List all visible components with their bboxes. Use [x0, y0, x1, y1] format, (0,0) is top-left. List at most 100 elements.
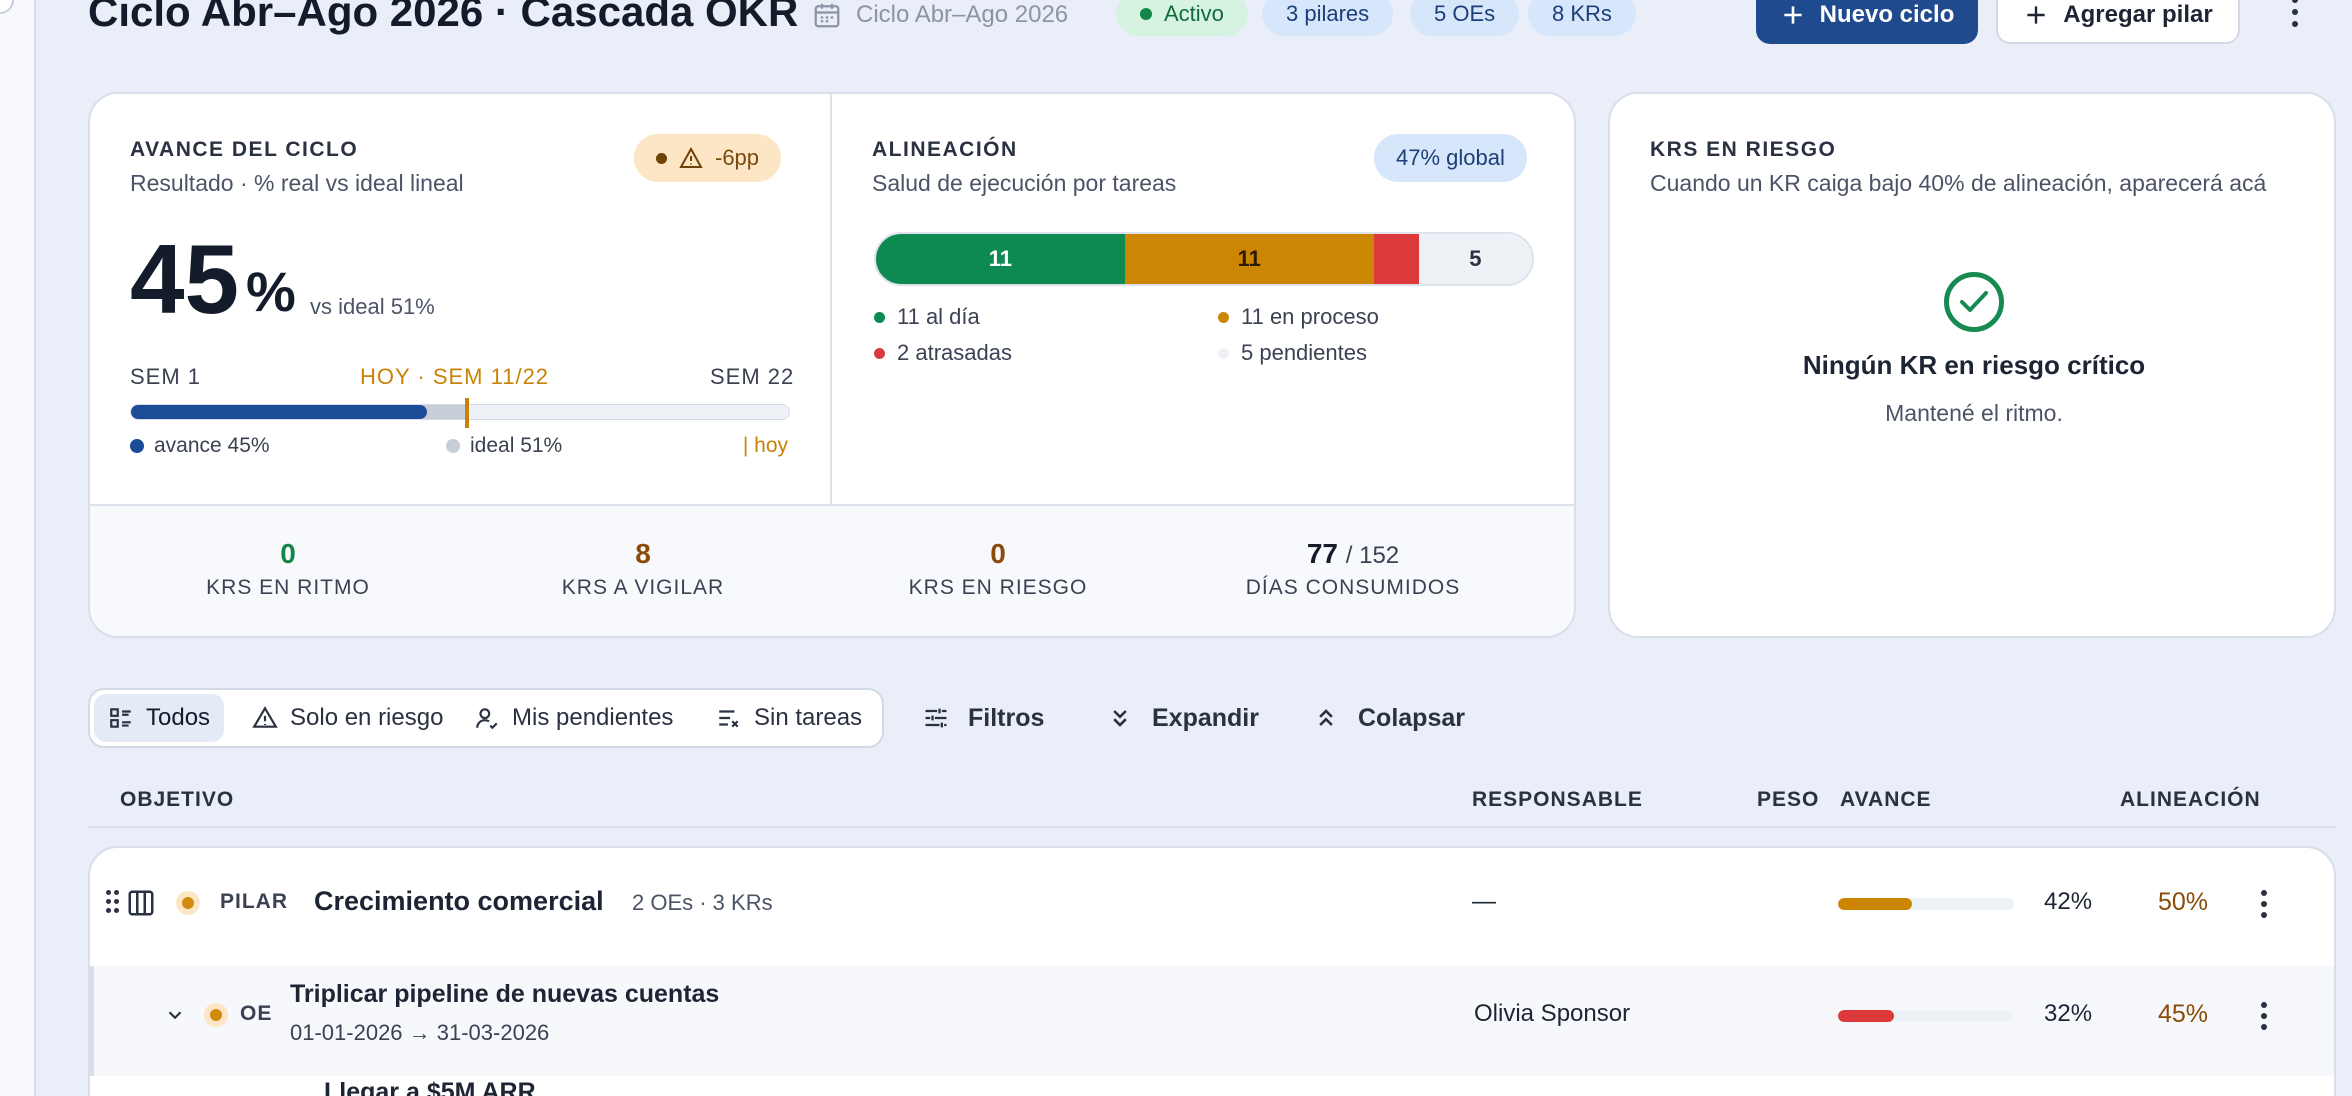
calendar-icon — [814, 3, 840, 28]
list-x-icon — [719, 710, 739, 728]
risk-card-title: KRS EN RIESGO — [1650, 138, 1837, 161]
risk-card-subtitle: Cuando un KR caiga bajo 40% de alineació… — [1650, 170, 2267, 196]
legend-in-progress: 11 en proceso — [1218, 304, 1379, 330]
new-cycle-label: Nuevo ciclo — [1819, 1, 1955, 28]
add-pillar-button[interactable]: Agregar pilar — [1996, 0, 2240, 44]
legend-ideal: ideal 51% — [446, 434, 562, 458]
segment-todos[interactable]: Todos — [94, 694, 225, 742]
row-options-icon[interactable] — [2254, 998, 2274, 1034]
plus-icon — [1783, 6, 1802, 24]
sidebar-edge — [0, 0, 36, 1096]
pillar-meta: 2 OEs · 3 KRs — [632, 890, 773, 915]
stat-krs-risk: 0 KRS EN RIESGO — [848, 538, 1148, 600]
status-dot-icon — [176, 891, 200, 915]
week-start-label: SEM 1 — [130, 364, 202, 389]
status-label: Activo — [1164, 1, 1224, 26]
stat-value: 0 — [990, 538, 1006, 569]
stat-value: 0 — [280, 538, 296, 569]
legend-on-time-label: 11 al día — [897, 304, 980, 329]
filters-button[interactable]: Filtros — [922, 696, 1044, 740]
alignment-segment: 11 — [1124, 234, 1374, 284]
alignment-segment: 11 — [876, 234, 1125, 284]
cycle-summary-card: AVANCE DEL CICLO Resultado · % real vs i… — [88, 92, 1576, 638]
legend-late-dot — [874, 347, 885, 359]
alignment-segment: 5 — [1418, 234, 1532, 284]
legend-pending-dot — [1218, 347, 1229, 359]
krs-count-badge: 8 KRs — [1528, 0, 1636, 36]
segment-label: Sin tareas — [754, 704, 863, 731]
legend-on-time-dot — [874, 311, 885, 323]
days-consumed-value: 77 — [1306, 538, 1338, 569]
column-header-alignment[interactable]: ALINEACIÓN — [2120, 788, 2261, 812]
legend-actual-label: avance 45% — [154, 434, 270, 457]
pillar-name[interactable]: Crecimiento comercial — [314, 886, 604, 917]
sliders-icon — [925, 708, 947, 728]
warning-triangle-icon — [252, 706, 278, 728]
pillar-progress-fill — [1838, 898, 1912, 910]
column-header-objective[interactable]: OBJETIVO — [120, 788, 234, 812]
days-total-value: / 152 — [1345, 542, 1400, 569]
alignment-segment — [1373, 234, 1419, 284]
cycle-date-range[interactable]: Ciclo Abr–Ago 2026 — [812, 0, 1068, 30]
stat-krs-watch: 8 KRS A VIGILAR — [493, 538, 793, 600]
column-header-progress[interactable]: AVANCE — [1840, 788, 1932, 812]
oes-count-badge: 5 OEs — [1410, 0, 1520, 36]
stat-value: 8 — [635, 538, 651, 569]
stat-label: KRS EN RITMO — [206, 576, 370, 599]
check-circle-icon — [1944, 272, 2004, 332]
vs-ideal-label: vs ideal 51% — [310, 294, 435, 319]
oe-progress-bar — [1838, 1010, 2014, 1022]
drag-handle-icon[interactable] — [106, 890, 120, 914]
collapse-label: Colapsar — [1358, 703, 1465, 732]
kr-name[interactable]: Llegar a $5M ARR — [324, 1078, 536, 1096]
legend-ideal-dot — [446, 439, 460, 453]
segment-mis-pendientes[interactable]: Mis pendientes — [460, 694, 687, 742]
oe-name[interactable]: Triplicar pipeline de nuevas cuentas — [290, 980, 719, 1009]
legend-actual: avance 45% — [130, 434, 270, 458]
column-header-weight[interactable]: PESO — [1757, 788, 1819, 812]
oe-dates: 01-01-2026 → 31-03-2026 — [290, 1020, 550, 1045]
list-icon — [110, 708, 131, 728]
row-type-tag: OE — [240, 1002, 273, 1025]
legend-late: 2 atrasadas — [874, 340, 1012, 366]
stat-label: DÍAS CONSUMIDOS — [1245, 576, 1461, 599]
segment-sin-tareas[interactable]: Sin tareas — [702, 694, 876, 742]
expand-button[interactable]: Expandir — [1106, 696, 1259, 740]
view-filter-segmented: Todos Solo en riesgo Mis pendientes Sin … — [88, 688, 884, 748]
stat-label: KRS EN RIESGO — [908, 576, 1088, 599]
row-type-tag: PILAR — [220, 890, 288, 913]
new-cycle-button[interactable]: Nuevo ciclo — [1756, 0, 1978, 44]
legend-on-time: 11 al día — [874, 304, 980, 330]
collapse-button[interactable]: Colapsar — [1312, 696, 1465, 740]
add-pillar-label: Agregar pilar — [2063, 1, 2213, 28]
oe-owner: Olivia Sponsor — [1474, 1000, 1631, 1027]
alignment-stacked-bar: 11 11 5 — [874, 232, 1534, 286]
cycle-progress-bar — [130, 404, 790, 420]
alignment-card-subtitle: Salud de ejecución por tareas — [872, 170, 1177, 196]
table-header-divider — [88, 826, 2336, 828]
week-today-label: HOY · SEM 11/22 — [360, 364, 550, 389]
chevron-down-icon[interactable] — [164, 1004, 186, 1026]
stat-krs-on-track: 0 KRS EN RITMO — [138, 538, 438, 600]
page-title: Ciclo Abr–Ago 2026 · Cascada OKR — [88, 0, 799, 35]
oe-alignment-value: 45% — [2158, 1000, 2209, 1028]
row-options-icon[interactable] — [2254, 886, 2274, 922]
warning-dot — [656, 152, 667, 164]
table-row-oe[interactable]: OE Triplicar pipeline de nuevas cuentas … — [90, 966, 2334, 1076]
actual-progress-fill — [131, 405, 428, 419]
column-header-owner[interactable]: RESPONSABLE — [1472, 788, 1643, 812]
warning-triangle-icon — [679, 147, 703, 168]
more-options-icon[interactable] — [2280, 0, 2310, 32]
week-end-label: SEM 22 — [710, 364, 795, 389]
segment-solo-en-riesgo[interactable]: Solo en riesgo — [238, 694, 457, 742]
stat-value: 77 / 152 — [1203, 538, 1503, 570]
pillar-progress-value: 42% — [2044, 888, 2093, 915]
cycle-progress-percent-sign: % — [246, 260, 296, 323]
oe-progress-value: 32% — [2044, 1000, 2093, 1027]
cycle-date-label: Ciclo Abr–Ago 2026 — [856, 1, 1069, 28]
page-header: Ciclo Abr–Ago 2026 · Cascada OKR Ciclo A… — [0, 0, 2352, 60]
table-row-kr[interactable]: Llegar a $5M ARR — [90, 1076, 2334, 1096]
pillar-alignment-value: 50% — [2158, 888, 2209, 916]
pillars-count-badge: 3 pilares — [1262, 0, 1394, 36]
legend-in-progress-label: 11 en proceso — [1241, 304, 1379, 329]
